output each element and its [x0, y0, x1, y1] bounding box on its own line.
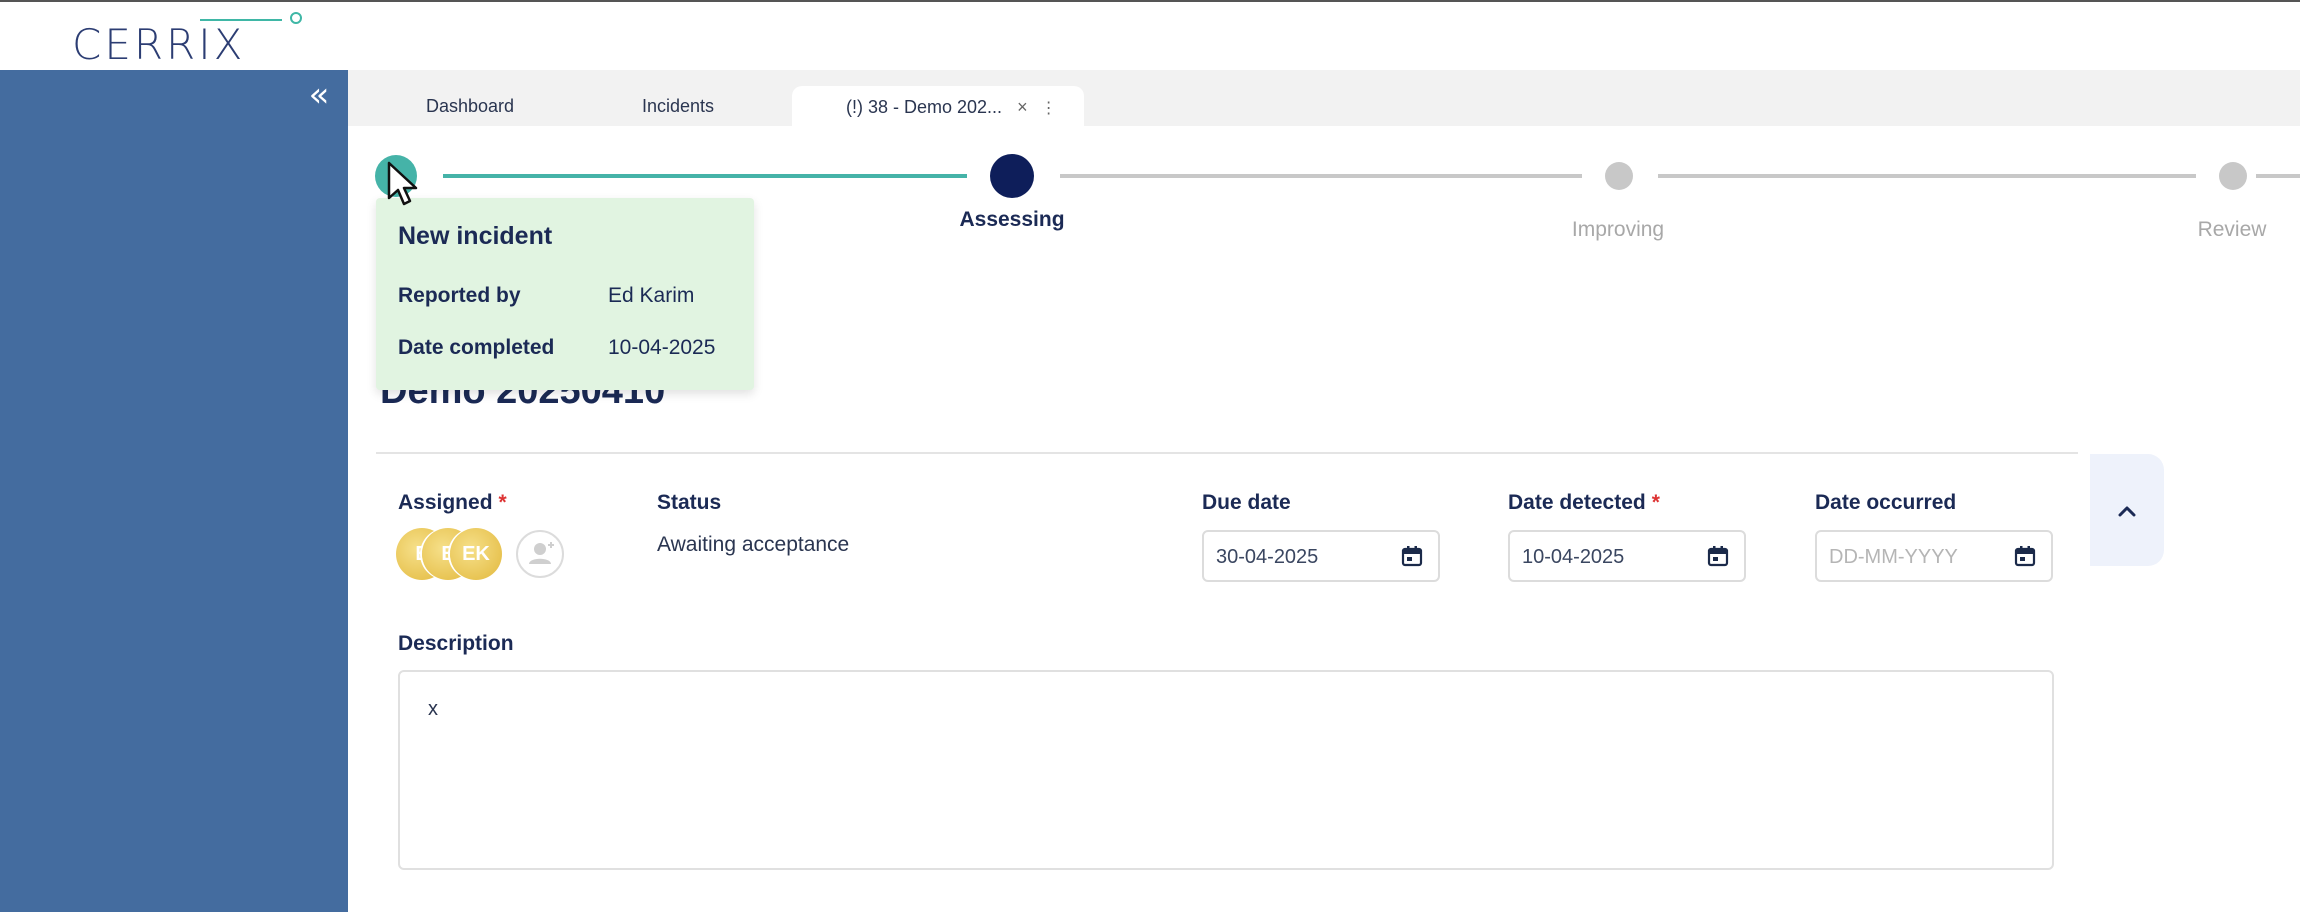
date-detected-label: Date detected * — [1508, 491, 1660, 515]
date-occurred-field[interactable]: DD-MM-YYYY — [1815, 530, 2053, 582]
reported-by-label: Reported by — [398, 284, 521, 307]
calendar-icon[interactable] — [1400, 544, 1424, 568]
cerrix-logo[interactable]: CERRIX — [72, 10, 302, 69]
more-vertical-icon[interactable]: ⋮ — [1041, 100, 1057, 117]
tab-bar: Dashboard Incidents (!) 38 - Demo 202...… — [348, 70, 2300, 126]
step-dot-improving[interactable] — [1605, 162, 1633, 190]
description-value: x — [428, 698, 438, 720]
add-user-icon — [529, 542, 554, 564]
tab-label: (!) 38 - Demo 202... — [846, 97, 1003, 117]
step-label-improving: Improving — [1571, 218, 1665, 241]
top-bar: CERRIX — [0, 0, 2300, 70]
description-textarea[interactable]: x — [398, 670, 2054, 870]
tab-label: Dashboard — [426, 96, 515, 116]
logo-text: CERRIX — [72, 20, 246, 69]
due-date-value: 30-04-2025 — [1216, 546, 1319, 568]
mouse-cursor-icon — [387, 161, 418, 206]
status-value: Awaiting acceptance — [657, 533, 850, 556]
step-connector — [2256, 174, 2300, 178]
assigned-label-text: Assigned — [398, 491, 493, 514]
required-marker: * — [498, 491, 507, 514]
close-icon[interactable]: × — [1017, 97, 1028, 117]
tab-dashboard[interactable]: Dashboard — [410, 85, 530, 125]
due-date-field[interactable]: 30-04-2025 — [1202, 530, 1440, 582]
add-user-button[interactable] — [516, 530, 564, 578]
status-label: Status — [657, 491, 722, 514]
calendar-icon[interactable] — [2013, 544, 2037, 568]
avatar[interactable]: EK — [450, 528, 502, 580]
sidebar: « — [0, 70, 348, 912]
description-label: Description — [398, 632, 514, 655]
due-date-label: Due date — [1202, 491, 1291, 514]
tooltip-title: New incident — [398, 222, 553, 250]
date-detected-value: 10-04-2025 — [1522, 546, 1625, 568]
step-label-review: Review — [2197, 218, 2267, 241]
step-connector — [1060, 174, 1582, 178]
date-completed-value: 10-04-2025 — [608, 336, 716, 359]
chevron-double-left-icon[interactable]: « — [302, 78, 336, 114]
assigned-label: Assigned * — [398, 491, 507, 515]
section-divider — [376, 452, 2078, 454]
tab-label: Incidents — [642, 96, 715, 116]
step-tooltip: New incident Reported by Ed Karim Date c… — [376, 198, 754, 390]
calendar-icon[interactable] — [1706, 544, 1730, 568]
step-connector — [1658, 174, 2196, 178]
chevron-up-icon[interactable] — [2112, 496, 2142, 526]
step-dot-review[interactable] — [2219, 162, 2247, 190]
tab-incident-38[interactable]: (!) 38 - Demo 202... × ⋮ — [792, 86, 1084, 126]
tab-incidents[interactable]: Incidents — [626, 85, 730, 125]
date-detected-label-text: Date detected — [1508, 491, 1646, 514]
date-occurred-label: Date occurred — [1815, 491, 1957, 514]
reported-by-value: Ed Karim — [608, 284, 695, 307]
logo-dot — [290, 12, 302, 24]
date-occurred-placeholder: DD-MM-YYYY — [1829, 546, 1958, 568]
step-label-assessing: Assessing — [959, 208, 1065, 231]
step-connector — [443, 174, 967, 178]
date-detected-field[interactable]: 10-04-2025 — [1508, 530, 1746, 582]
step-dot-assessing[interactable] — [990, 154, 1034, 198]
date-completed-label: Date completed — [398, 336, 555, 359]
required-marker: * — [1651, 491, 1660, 514]
